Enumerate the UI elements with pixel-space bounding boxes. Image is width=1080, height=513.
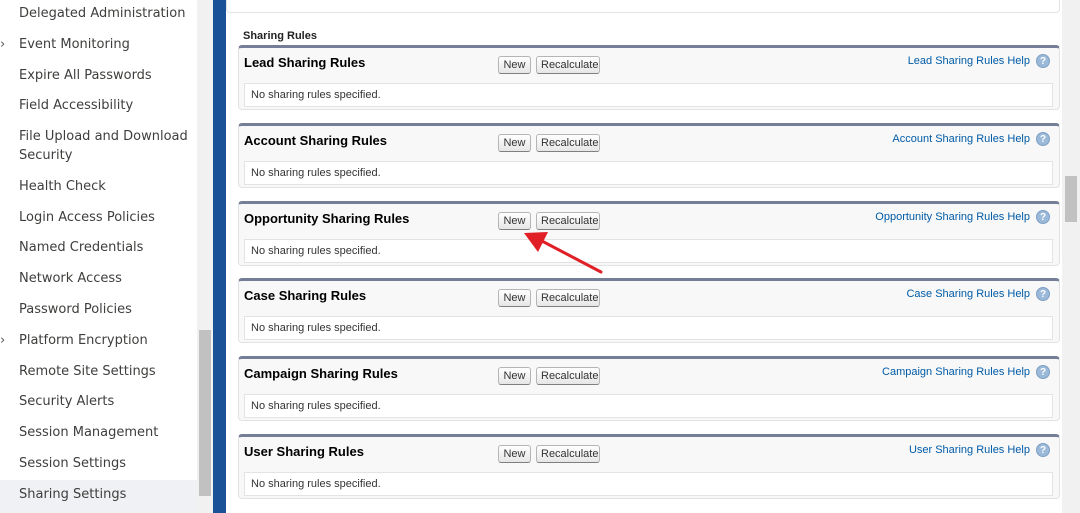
sidebar-scrollbar-thumb[interactable]	[199, 330, 211, 496]
lead-sharing-rules-block: Lead Sharing Rules New Recalculate Lead …	[238, 45, 1060, 110]
chevron-right-icon[interactable]: ›	[0, 331, 10, 350]
sidebar-item-label: Health Check	[19, 179, 106, 194]
help-icon[interactable]: ?	[1036, 443, 1050, 457]
opportunity-new-button[interactable]: New	[498, 212, 531, 230]
block-title: Opportunity Sharing Rules	[244, 211, 410, 226]
campaign-help-link[interactable]: Campaign Sharing Rules Help	[882, 366, 1030, 378]
account-recalculate-button[interactable]: Recalculate	[536, 134, 600, 152]
sidebar-item-label: Session Management	[19, 425, 159, 440]
help-area: Lead Sharing Rules Help ?	[908, 54, 1050, 68]
campaign-recalculate-button[interactable]: Recalculate	[536, 367, 600, 385]
sharing-rules-panel: Sharing Rules Lead Sharing Rules New Rec…	[226, 0, 1062, 513]
user-new-button[interactable]: New	[498, 445, 531, 463]
help-area: Case Sharing Rules Help ?	[906, 287, 1050, 301]
sidebar-item-named-credentials[interactable]: Named Credentials	[0, 238, 197, 257]
user-sharing-rules-block: User Sharing Rules New Recalculate User …	[238, 434, 1060, 499]
sidebar-item-label: Sharing Settings	[19, 487, 127, 502]
case-recalculate-button[interactable]: Recalculate	[536, 289, 600, 307]
sidebar-item-label: File Upload and Download Security	[19, 129, 188, 163]
sidebar-item-event-monitoring[interactable]: › Event Monitoring	[0, 35, 197, 54]
sidebar-scrollbar[interactable]	[197, 0, 213, 513]
sidebar-item-field-accessibility[interactable]: Field Accessibility	[0, 96, 197, 115]
help-icon[interactable]: ?	[1036, 54, 1050, 68]
section-title: Sharing Rules	[243, 30, 317, 42]
empty-rules-message: No sharing rules specified.	[244, 239, 1053, 263]
opportunity-help-link[interactable]: Opportunity Sharing Rules Help	[875, 211, 1030, 223]
user-help-link[interactable]: User Sharing Rules Help	[909, 444, 1030, 456]
app-root: Delegated Administration › Event Monitor…	[0, 0, 1080, 513]
sidebar-item-login-access-policies[interactable]: Login Access Policies	[0, 208, 197, 227]
case-help-link[interactable]: Case Sharing Rules Help	[906, 288, 1030, 300]
sidebar-item-sharing-settings[interactable]: Sharing Settings	[0, 480, 197, 513]
sidebar-item-label: Named Credentials	[19, 240, 144, 255]
sidebar-item-network-access[interactable]: Network Access	[0, 269, 197, 288]
sidebar-item-security-alerts[interactable]: Security Alerts	[0, 392, 197, 411]
sidebar-item-label: Network Access	[19, 271, 122, 286]
sidebar-item-session-management[interactable]: Session Management	[0, 423, 197, 442]
case-new-button[interactable]: New	[498, 289, 531, 307]
help-icon[interactable]: ?	[1036, 132, 1050, 146]
help-area: Opportunity Sharing Rules Help ?	[875, 210, 1050, 224]
main-scrollbar[interactable]	[1062, 0, 1080, 513]
block-title: Lead Sharing Rules	[244, 55, 366, 70]
help-area: User Sharing Rules Help ?	[909, 443, 1050, 457]
sidebar-item-session-settings[interactable]: Session Settings	[0, 454, 197, 473]
sidebar-item-file-upload-download-security[interactable]: File Upload and Download Security	[0, 127, 190, 165]
case-sharing-rules-block: Case Sharing Rules New Recalculate Case …	[238, 278, 1060, 343]
sidebar-item-remote-site-settings[interactable]: Remote Site Settings	[0, 362, 197, 381]
help-icon[interactable]: ?	[1036, 365, 1050, 379]
empty-rules-message: No sharing rules specified.	[244, 316, 1053, 340]
help-icon[interactable]: ?	[1036, 287, 1050, 301]
chevron-right-icon[interactable]: ›	[0, 35, 10, 54]
lead-help-link[interactable]: Lead Sharing Rules Help	[908, 55, 1030, 67]
empty-rules-message: No sharing rules specified.	[244, 394, 1053, 418]
sidebar-item-delegated-administration[interactable]: Delegated Administration	[0, 4, 197, 23]
sidebar-item-label: Field Accessibility	[19, 98, 134, 113]
block-title: Account Sharing Rules	[244, 133, 388, 148]
sidebar-item-label: Login Access Policies	[19, 210, 155, 225]
sidebar-item-label: Delegated Administration	[19, 6, 186, 21]
user-recalculate-button[interactable]: Recalculate	[536, 445, 600, 463]
block-title: Case Sharing Rules	[244, 288, 367, 303]
sidebar-item-label: Security Alerts	[19, 394, 115, 409]
campaign-new-button[interactable]: New	[498, 367, 531, 385]
sidebar-item-label: Session Settings	[19, 456, 127, 471]
lead-recalculate-button[interactable]: Recalculate	[536, 56, 600, 74]
account-new-button[interactable]: New	[498, 134, 531, 152]
opportunity-sharing-rules-block: Opportunity Sharing Rules New Recalculat…	[238, 201, 1060, 266]
block-title: Campaign Sharing Rules	[244, 366, 398, 381]
sidebar-item-label: Remote Site Settings	[19, 364, 156, 379]
empty-rules-message: No sharing rules specified.	[244, 472, 1053, 496]
main-scrollbar-thumb[interactable]	[1065, 176, 1077, 222]
setup-sidebar: Delegated Administration › Event Monitor…	[0, 0, 197, 513]
sidebar-item-label: Event Monitoring	[19, 37, 130, 52]
block-title: User Sharing Rules	[244, 444, 364, 459]
sidebar-item-label: Platform Encryption	[19, 333, 148, 348]
account-sharing-rules-block: Account Sharing Rules New Recalculate Ac…	[238, 123, 1060, 188]
sidebar-item-label: Expire All Passwords	[19, 68, 152, 83]
sidebar-item-password-policies[interactable]: Password Policies	[0, 300, 197, 319]
sidebar-item-platform-encryption[interactable]: › Platform Encryption	[0, 331, 197, 350]
campaign-sharing-rules-block: Campaign Sharing Rules New Recalculate C…	[238, 356, 1060, 421]
empty-rules-message: No sharing rules specified.	[244, 161, 1053, 185]
help-area: Campaign Sharing Rules Help ?	[882, 365, 1050, 379]
empty-rules-message: No sharing rules specified.	[244, 83, 1053, 107]
help-area: Account Sharing Rules Help ?	[892, 132, 1050, 146]
sidebar-item-health-check[interactable]: Health Check	[0, 177, 197, 196]
help-icon[interactable]: ?	[1036, 210, 1050, 224]
sidebar-item-expire-all-passwords[interactable]: Expire All Passwords	[0, 66, 197, 85]
previous-section-box	[226, 0, 1060, 13]
lead-new-button[interactable]: New	[498, 56, 531, 74]
sidebar-item-label: Password Policies	[19, 302, 132, 317]
account-help-link[interactable]: Account Sharing Rules Help	[892, 133, 1030, 145]
opportunity-recalculate-button[interactable]: Recalculate	[536, 212, 600, 230]
